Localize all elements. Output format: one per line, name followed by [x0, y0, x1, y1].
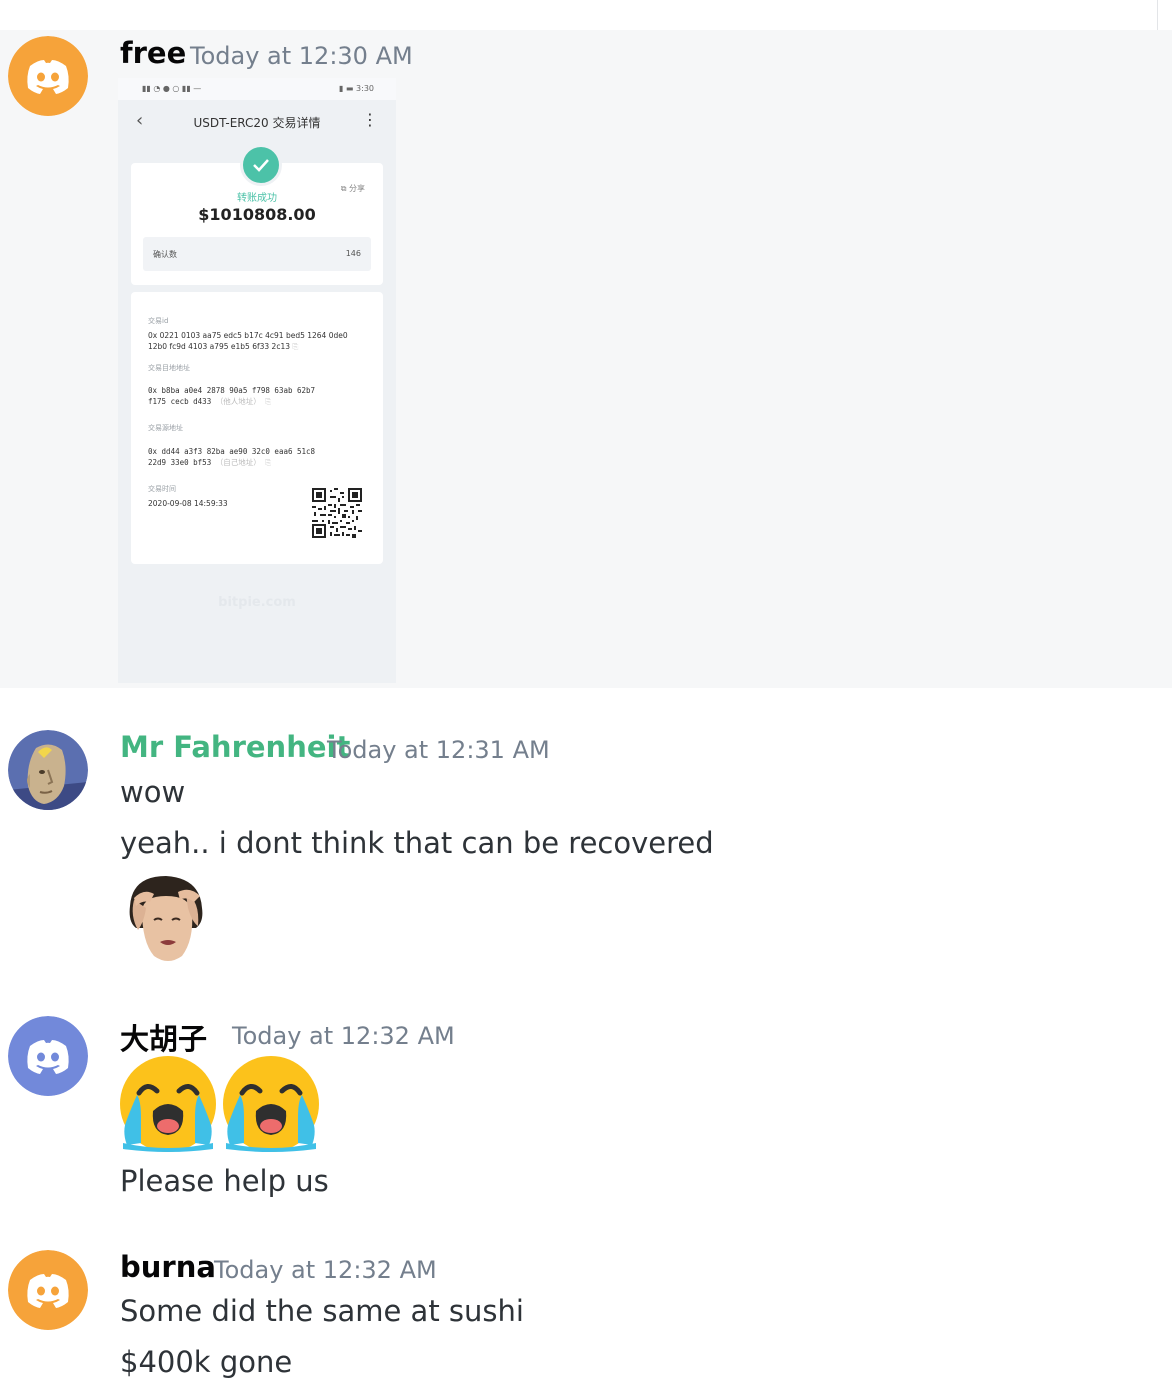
- success-check-icon: [240, 144, 282, 186]
- confirmations-row: 确认数 146: [143, 237, 371, 271]
- message-mr-fahrenheit: Mr Fahrenheit Today at 12:31 AM wow yeah…: [0, 688, 1172, 988]
- avatar[interactable]: [8, 730, 88, 810]
- to-address-line2: f175 cecb d433 （他人地址） ⎘: [148, 397, 272, 406]
- watermark: bitpie.com: [218, 595, 296, 610]
- confirmations-value: 146: [345, 249, 361, 258]
- username[interactable]: Mr Fahrenheit: [120, 730, 350, 764]
- image-attachment[interactable]: ▮▮ ◔ ● ○ ▮▮ — ▮ ▬ 3:30 ‹ USDT-ERC20 交易详情…: [118, 78, 396, 683]
- to-address-label: 交易目地地址: [148, 364, 190, 372]
- share-label: ⧉ 分享: [340, 184, 365, 193]
- confirmations-label: 确认数: [153, 250, 177, 259]
- username[interactable]: burna: [120, 1250, 216, 1284]
- message-burna: burna Today at 12:32 AM Some did the sam…: [0, 1218, 1172, 1396]
- username[interactable]: free: [120, 36, 186, 70]
- timestamp: Today at 12:32 AM: [232, 1022, 455, 1050]
- loudly-crying-face-icon: [120, 1056, 216, 1152]
- phone-clock: ▮ ▬ 3:30: [338, 84, 374, 93]
- username[interactable]: 大胡子: [120, 1016, 207, 1058]
- discord-logo-icon: [8, 1250, 88, 1330]
- txid-label: 交易id: [148, 317, 169, 325]
- message-da-huzi: 大胡子 Today at 12:32 AM Please help us: [0, 988, 1172, 1218]
- phone-status-bar: ▮▮ ◔ ● ○ ▮▮ — ▮ ▬ 3:30: [118, 78, 396, 100]
- txid-line1: 0x 0221 0103 aa75 edc5 b17c 4c91 bed5 12…: [148, 331, 348, 340]
- txid-line2: 12b0 fc9d 4103 a795 e1b5 6f33 2c13 ⎘: [148, 342, 299, 351]
- time-label: 交易时间: [148, 485, 176, 493]
- to-address-line1: 0x b8ba a0e4 2878 90a5 f798 63ab 62b7: [148, 386, 316, 395]
- message-text: Please help us: [120, 1164, 329, 1198]
- from-address-line2: 22d9 33e0 bf53 （自己地址） ⎘: [148, 458, 272, 467]
- avatar[interactable]: [8, 1016, 88, 1096]
- amount: $1010808.00: [198, 205, 316, 224]
- copy-icon: ⎘: [265, 397, 272, 406]
- copy-icon: ⎘: [265, 458, 272, 467]
- top-bar: [0, 0, 1172, 30]
- message-text: wow: [120, 775, 186, 809]
- signal-icons: ▮▮ ◔ ● ○ ▮▮ —: [142, 84, 202, 93]
- avatar[interactable]: [8, 1250, 88, 1330]
- timestamp: Today at 12:31 AM: [327, 736, 550, 764]
- loudly-crying-face-icon: [223, 1056, 319, 1152]
- discord-logo-icon: [8, 36, 88, 116]
- details-card: 交易id 0x 0221 0103 aa75 edc5 b17c 4c91 be…: [131, 292, 383, 564]
- more-icon: ⋮: [362, 110, 378, 129]
- discord-logo-icon: [8, 1016, 88, 1096]
- avatar[interactable]: [8, 36, 88, 116]
- timestamp: Today at 12:32 AM: [214, 1256, 437, 1284]
- transaction-title: USDT-ERC20 交易详情: [193, 116, 321, 130]
- qr-code-icon: [312, 488, 362, 538]
- copy-icon: ⎘: [292, 342, 299, 351]
- meme-man-avatar-icon: [8, 730, 88, 810]
- stressed-boy-sticker-icon: [129, 876, 203, 968]
- timestamp: Today at 12:30 AM: [190, 42, 413, 70]
- message-text: $400k gone: [120, 1345, 293, 1379]
- from-address-label: 交易源地址: [148, 424, 183, 432]
- dollar-coin-icon: $: [198, 205, 210, 224]
- phone-nav-bar: ‹ USDT-ERC20 交易详情 ⋮: [118, 100, 396, 144]
- from-address-line1: 0x dd44 a3f3 82ba ae90 32c0 eaa6 51c8: [148, 447, 316, 456]
- message-text: Some did the same at sushi: [120, 1294, 524, 1328]
- message-text: yeah.. i dont think that can be recovere…: [120, 826, 714, 860]
